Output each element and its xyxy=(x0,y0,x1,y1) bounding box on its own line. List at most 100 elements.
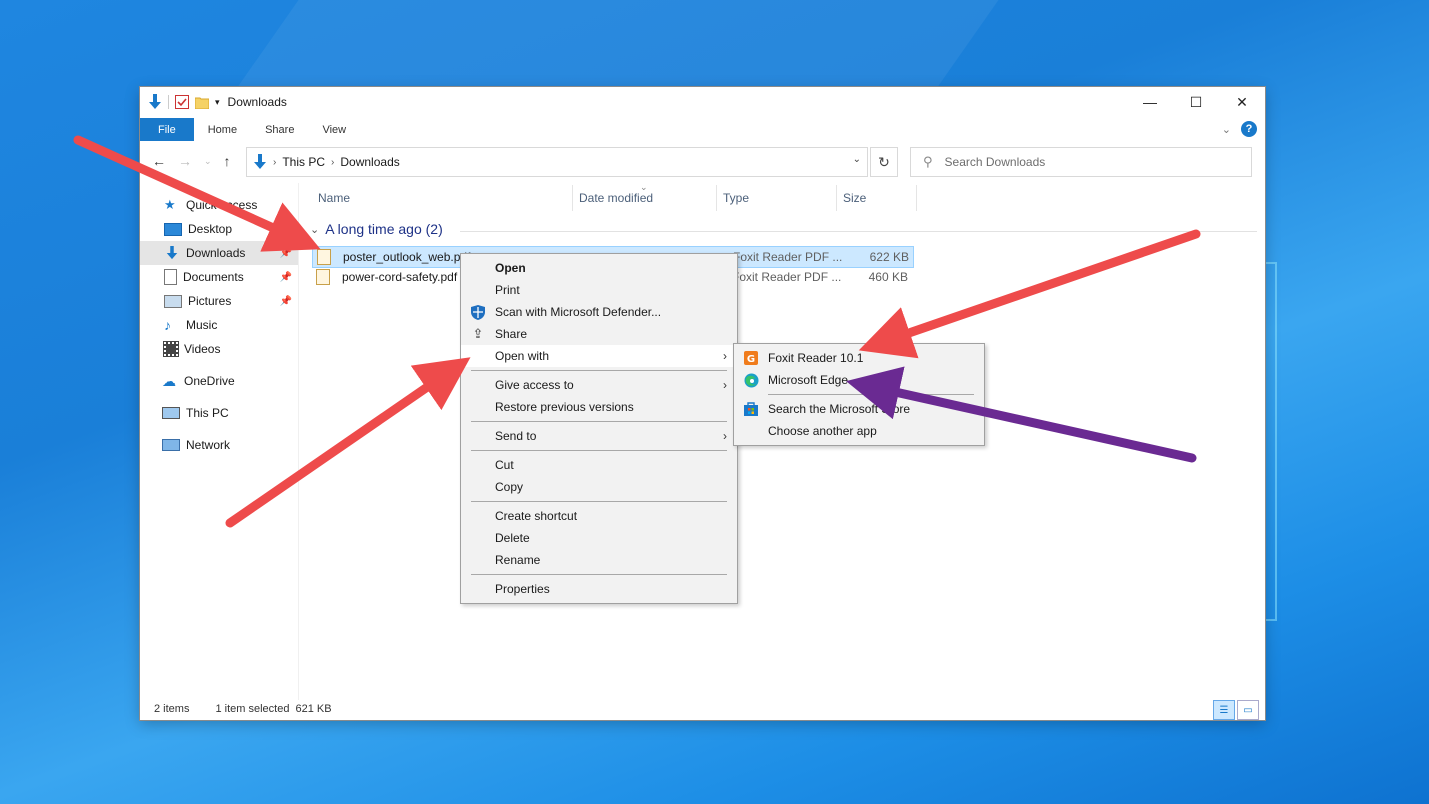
sidebar-item-downloads[interactable]: Downloads 📌 xyxy=(140,241,298,265)
sidebar-item-desktop[interactable]: Desktop xyxy=(140,217,298,241)
sidebar-item-label: This PC xyxy=(186,406,229,420)
sidebar-item-label: Documents xyxy=(183,270,244,284)
new-folder-icon[interactable] xyxy=(195,95,209,109)
chevron-right-icon[interactable]: › xyxy=(273,157,276,168)
sidebar-item-label: Pictures xyxy=(188,294,232,308)
menu-item-copy[interactable]: Copy xyxy=(461,476,737,498)
menu-item-delete[interactable]: Delete xyxy=(461,527,737,549)
tab-share[interactable]: Share xyxy=(251,118,308,141)
submenu-chevron-icon: › xyxy=(723,429,727,443)
sidebar-item-label: Videos xyxy=(184,342,221,356)
tab-view[interactable]: View xyxy=(308,118,360,141)
expand-ribbon-icon[interactable]: ⌄ xyxy=(1222,123,1231,136)
ribbon-tabs: File Home Share View ⌄ ? xyxy=(140,118,1265,141)
menu-item-label: Microsoft Edge xyxy=(768,373,849,387)
pin-icon[interactable]: 📌 xyxy=(280,296,292,307)
menu-item-choose-another-app[interactable]: Choose another app xyxy=(734,420,984,442)
forward-arrow-icon[interactable]: → xyxy=(178,153,192,169)
pdf-file-icon xyxy=(316,269,330,285)
menu-item-label: Give access to xyxy=(495,378,574,392)
sidebar-item-videos[interactable]: Videos xyxy=(140,337,298,361)
share-icon: ⇪ xyxy=(472,326,484,341)
address-dropdown-icon[interactable]: ⌄ xyxy=(853,154,861,165)
menu-divider xyxy=(768,394,974,395)
menu-item-restore-versions[interactable]: Restore previous versions xyxy=(461,396,737,418)
search-icon: ⚲ xyxy=(923,154,933,169)
window-controls: — ☐ ✕ xyxy=(1127,87,1265,117)
desktop-icon xyxy=(164,222,182,236)
properties-check-icon[interactable] xyxy=(175,95,189,109)
menu-item-send-to[interactable]: Send to › xyxy=(461,425,737,447)
menu-divider xyxy=(471,501,727,502)
tab-home[interactable]: Home xyxy=(194,118,251,141)
chevron-right-icon[interactable]: › xyxy=(331,157,334,168)
menu-item-scan-defender[interactable]: Scan with Microsoft Defender... xyxy=(461,301,737,323)
status-bar: 2 items 1 item selected 621 KB ☰ ▭ xyxy=(140,698,1265,720)
menu-item-cut[interactable]: Cut xyxy=(461,454,737,476)
back-arrow-icon[interactable]: ← xyxy=(152,153,166,169)
sidebar-item-network[interactable]: Network xyxy=(140,433,298,457)
breadcrumb-this-pc[interactable]: This PC xyxy=(282,155,325,169)
tab-file[interactable]: File xyxy=(140,118,194,141)
column-divider[interactable] xyxy=(716,185,717,211)
menu-item-search-store[interactable]: Search the Microsoft Store xyxy=(734,398,984,420)
sidebar-item-label: Network xyxy=(186,438,231,452)
sidebar-item-documents[interactable]: Documents 📌 xyxy=(140,265,298,289)
menu-item-create-shortcut[interactable]: Create shortcut xyxy=(461,505,737,527)
column-header-date-modified[interactable]: Date modified xyxy=(579,191,653,205)
menu-item-share[interactable]: ⇪ Share xyxy=(461,323,737,345)
minimize-button[interactable]: — xyxy=(1127,87,1173,117)
sidebar-item-onedrive[interactable]: ☁ OneDrive xyxy=(140,369,298,393)
selection-status: 1 item selected xyxy=(215,703,290,715)
sort-chevron-icon: ⌄ xyxy=(640,182,648,192)
menu-item-open-with[interactable]: Open with › xyxy=(461,345,737,367)
recent-locations-chevron-icon[interactable]: ⌄ xyxy=(204,156,212,167)
column-divider[interactable] xyxy=(916,185,917,211)
refresh-button[interactable]: ↻ xyxy=(870,147,898,177)
menu-item-microsoft-edge[interactable]: Microsoft Edge xyxy=(734,369,984,391)
desktop-window-glow xyxy=(1265,262,1277,621)
column-divider[interactable] xyxy=(572,185,573,211)
open-with-submenu: G Foxit Reader 10.1 Microsoft Edge Searc… xyxy=(733,343,985,446)
sidebar-item-music[interactable]: ♪ Music xyxy=(140,313,298,337)
menu-item-open[interactable]: Open xyxy=(461,257,737,279)
menu-item-foxit-reader[interactable]: G Foxit Reader 10.1 xyxy=(734,347,984,369)
address-row: ← → ⌄ ↑ › This PC › Downloads ⌄ ↻ ⚲ Sear… xyxy=(140,147,1265,177)
column-divider[interactable] xyxy=(836,185,837,211)
sidebar-item-label: OneDrive xyxy=(184,374,235,388)
help-icon[interactable]: ? xyxy=(1241,121,1257,137)
menu-item-give-access[interactable]: Give access to › xyxy=(461,374,737,396)
file-type: Foxit Reader PDF ... xyxy=(732,270,842,284)
search-box[interactable]: ⚲ Search Downloads xyxy=(910,147,1252,177)
microsoft-store-icon xyxy=(743,401,759,417)
address-bar[interactable]: › This PC › Downloads ⌄ xyxy=(246,147,868,177)
breadcrumb-downloads[interactable]: Downloads xyxy=(340,155,399,169)
menu-divider xyxy=(471,370,727,371)
group-header[interactable]: ⌄ A long time ago (2) xyxy=(310,221,443,237)
customize-dropdown-icon[interactable]: ▾ xyxy=(215,97,220,108)
column-header-size[interactable]: Size xyxy=(843,191,866,205)
close-button[interactable]: ✕ xyxy=(1219,87,1265,117)
file-size: 622 KB xyxy=(869,250,909,264)
sidebar-item-pictures[interactable]: Pictures 📌 xyxy=(140,289,298,313)
sidebar-item-this-pc[interactable]: This PC xyxy=(140,401,298,425)
download-arrow-icon[interactable] xyxy=(148,94,162,110)
pin-icon[interactable]: 📌 xyxy=(280,248,292,259)
details-view-icon[interactable]: ☰ xyxy=(1213,700,1235,720)
pin-icon[interactable]: 📌 xyxy=(280,272,292,283)
menu-item-properties[interactable]: Properties xyxy=(461,578,737,600)
documents-icon xyxy=(164,269,177,285)
large-icons-view-icon[interactable]: ▭ xyxy=(1237,700,1259,720)
collapse-chevron-icon[interactable]: ⌄ xyxy=(310,223,319,236)
computer-icon xyxy=(162,407,180,419)
window-title: Downloads xyxy=(227,95,287,109)
column-header-name[interactable]: Name xyxy=(318,191,350,205)
sidebar-item-quick-access[interactable]: ★ Quick access xyxy=(140,193,298,217)
column-header-type[interactable]: Type xyxy=(723,191,749,205)
star-icon: ★ xyxy=(164,197,176,212)
menu-item-print[interactable]: Print xyxy=(461,279,737,301)
quick-access-toolbar: ▾ xyxy=(148,94,220,110)
menu-item-rename[interactable]: Rename xyxy=(461,549,737,571)
maximize-button[interactable]: ☐ xyxy=(1173,87,1219,117)
up-arrow-icon[interactable]: ↑ xyxy=(224,153,231,169)
